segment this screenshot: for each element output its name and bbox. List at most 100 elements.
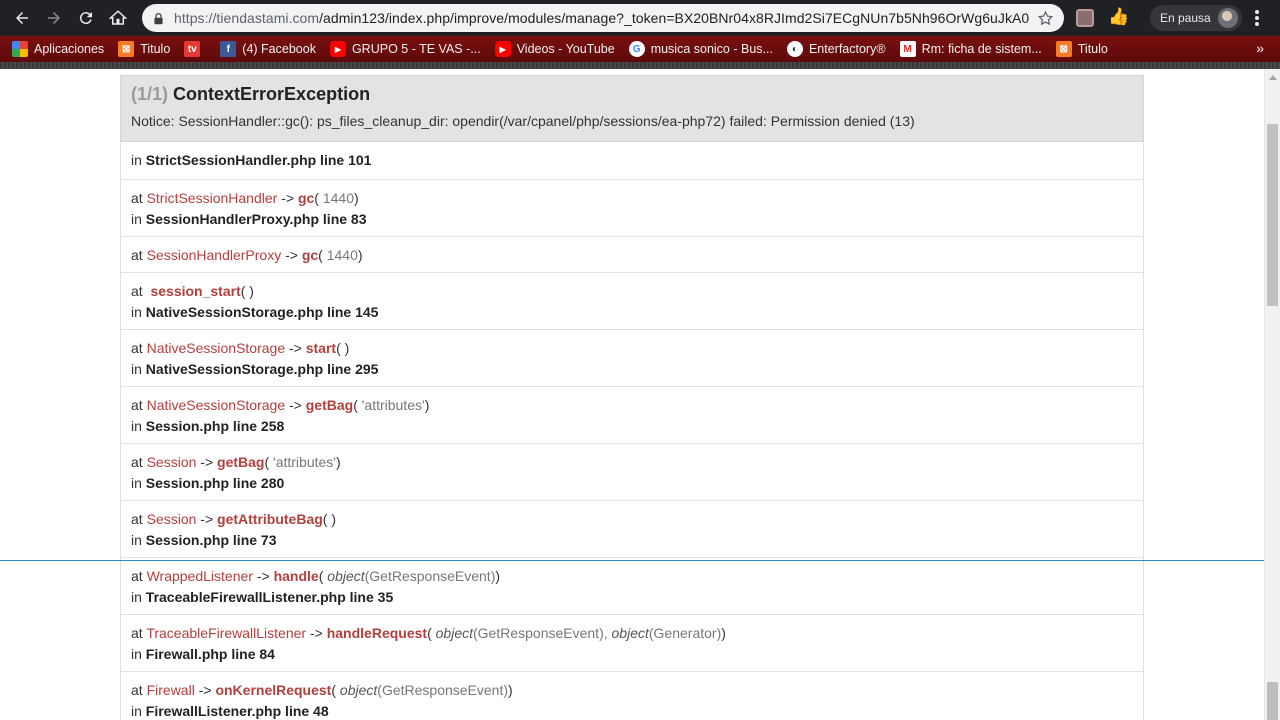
xampp-icon: ⊠ [1055,41,1072,57]
trace-row: at NativeSessionStorage -> start( ) in N… [121,330,1143,387]
trace-location: in NativeSessionStorage.php line 295 [131,361,379,377]
trace-arg-type: object [339,682,378,698]
bookmark-label: Aplicaciones [34,42,105,56]
trace-function: gc [297,190,315,206]
trace-row: in StrictSessionHandler.php line 101 [121,142,1143,180]
trace-location: in Firewall.php line 84 [131,646,275,662]
trace-class: WrappedListener [146,568,253,584]
trace-call: at NativeSessionStorage -> getBag( 'attr… [131,397,430,413]
exception-header: (1/1) ContextErrorException Notice: Sess… [120,75,1144,142]
more-bookmarks-icon[interactable]: » [1256,40,1264,56]
trace-function: getBag [217,454,265,470]
trace-row: at StrictSessionHandler -> gc( 1440) in … [121,180,1143,237]
profile-status: En pausa [1160,11,1211,25]
trace-function: onKernelRequest [215,682,332,698]
trace-file: Firewall.php line 84 [145,646,275,662]
youtube-icon: ▶ [329,41,346,57]
trace-arg: 1440 [326,247,358,263]
trace-location: in NativeSessionStorage.php line 145 [131,304,379,320]
home-button[interactable] [102,2,134,34]
bookmark-titulo[interactable]: ⊠ Titulo [118,41,170,57]
trace-file: SessionHandlerProxy.php line 83 [145,211,367,227]
bookmark-label: Rm: ficha de sistem... [921,42,1042,56]
trace-location: in StrictSessionHandler.php line 101 [131,152,372,168]
exception-panel: (1/1) ContextErrorException Notice: Sess… [120,75,1144,720]
page-scrollbar[interactable] [1264,69,1280,720]
scroll-up-arrow-icon[interactable] [1269,75,1277,80]
trace-call: at SessionHandlerProxy -> gc( 1440) [131,247,363,263]
bookmark-apps[interactable]: Aplicaciones [12,41,104,57]
trace-location: in FirewallListener.php line 48 [131,703,329,719]
trace-class: Session [146,511,197,527]
trace-arg-type: object [435,625,473,641]
trace-row: at WrappedListener -> handle( object(Get… [121,558,1143,615]
scrollbar-thumb-secondary[interactable] [1267,682,1278,720]
gmail-icon: M [899,41,916,57]
bookmark-label: musica sonico - Bus... [650,42,773,56]
trace-call: at NativeSessionStorage -> start( ) [131,340,350,356]
profile-button[interactable]: En pausa [1150,5,1242,31]
bookmark-youtube[interactable]: ▶ Videos - YouTube [494,41,615,57]
trace-call: at Session -> getAttributeBag( ) [131,511,337,527]
bookmark-gmail[interactable]: M Rm: ficha de sistem... [899,41,1042,57]
trace-file: NativeSessionStorage.php line 145 [145,304,379,320]
url-text: https://tiendastami.com/admin123/index.p… [174,10,1036,26]
trace-function: handle [273,568,319,584]
exception-count: (1/1) [131,84,169,104]
url-path: /admin123/index.php/improve/modules/mana… [319,10,1030,26]
trace-function: gc [301,247,319,263]
reload-button[interactable] [70,2,102,34]
exception-title: (1/1) ContextErrorException [131,84,1133,105]
scrollbar-thumb[interactable] [1267,124,1278,306]
bookmark-star-icon[interactable] [1036,9,1054,27]
bookmark-label: Videos - YouTube [516,42,615,56]
bookmark-tv[interactable]: tv [184,41,206,57]
trace-location: in Session.php line 258 [131,418,285,434]
bookmark-titulo-2[interactable]: ⊠ Titulo [1055,41,1108,57]
trace-location: in SessionHandlerProxy.php line 83 [131,211,367,227]
browser-toolbar: https://tiendastami.com/admin123/index.p… [0,0,1280,36]
trace-file: Session.php line 73 [145,532,277,548]
extension-icon[interactable] [1076,9,1094,27]
globe-icon: ◐ [786,41,803,57]
trace-call: at session_start( ) [131,283,254,299]
youtube-icon: ▶ [494,41,511,57]
trace-row: at session_start( ) in NativeSessionStor… [121,273,1143,330]
bookmark-grupo5[interactable]: ▶ GRUPO 5 - TE VAS -... [329,41,481,57]
url-host: https://tiendastami.com [174,10,320,26]
bookmarks-bar: Aplicaciones ⊠ Titulo tv f (4) Facebook … [0,36,1280,62]
trace-row: at SessionHandlerProxy -> gc( 1440) [121,237,1143,273]
bookmark-facebook[interactable]: f (4) Facebook [220,41,316,57]
trace-function: handleRequest [326,625,428,641]
lock-icon [152,11,166,25]
trace-row: at NativeSessionStorage -> getBag( 'attr… [121,387,1143,444]
trace-function: session_start [150,283,241,299]
trace-class: Firewall [146,682,195,698]
trace-function: getBag [305,397,354,413]
bookmark-label: Titulo [1077,42,1108,56]
bookmark-enterfactory[interactable]: ◐ Enterfactory® [786,41,886,57]
trace-call: at StrictSessionHandler -> gc( 1440) [131,190,359,206]
trace-call: at Session -> getBag( 'attributes') [131,454,341,470]
forward-button[interactable] [38,2,70,34]
address-bar[interactable]: https://tiendastami.com/admin123/index.p… [142,4,1064,32]
trace-file: NativeSessionStorage.php line 295 [145,361,379,377]
bookmark-google-search[interactable]: G musica sonico - Bus... [628,41,773,57]
avatar [1218,8,1238,28]
trace-call: at TraceableFirewallListener -> handleRe… [131,625,726,641]
trace-location: in TraceableFirewallListener.php line 35 [131,589,394,605]
trace-file: Session.php line 258 [145,418,285,434]
trace-arg-type: object [327,568,365,584]
back-button[interactable] [6,2,38,34]
bookmark-label: (4) Facebook [242,42,316,56]
reload-icon [79,12,92,25]
trace-row: at Session -> getBag( 'attributes') in S… [121,444,1143,501]
stack-trace: in StrictSessionHandler.php line 101 at … [120,142,1144,720]
exception-message: Notice: SessionHandler::gc(): ps_files_c… [131,113,915,129]
bookmark-label: GRUPO 5 - TE VAS -... [351,42,481,56]
facebook-icon: f [220,41,237,57]
trace-arg: 'attributes' [273,454,336,470]
trace-file: Session.php line 280 [145,475,285,491]
browser-menu-button[interactable] [1250,8,1264,28]
thumbs-up-extension-icon[interactable]: 👍 [1108,6,1129,28]
